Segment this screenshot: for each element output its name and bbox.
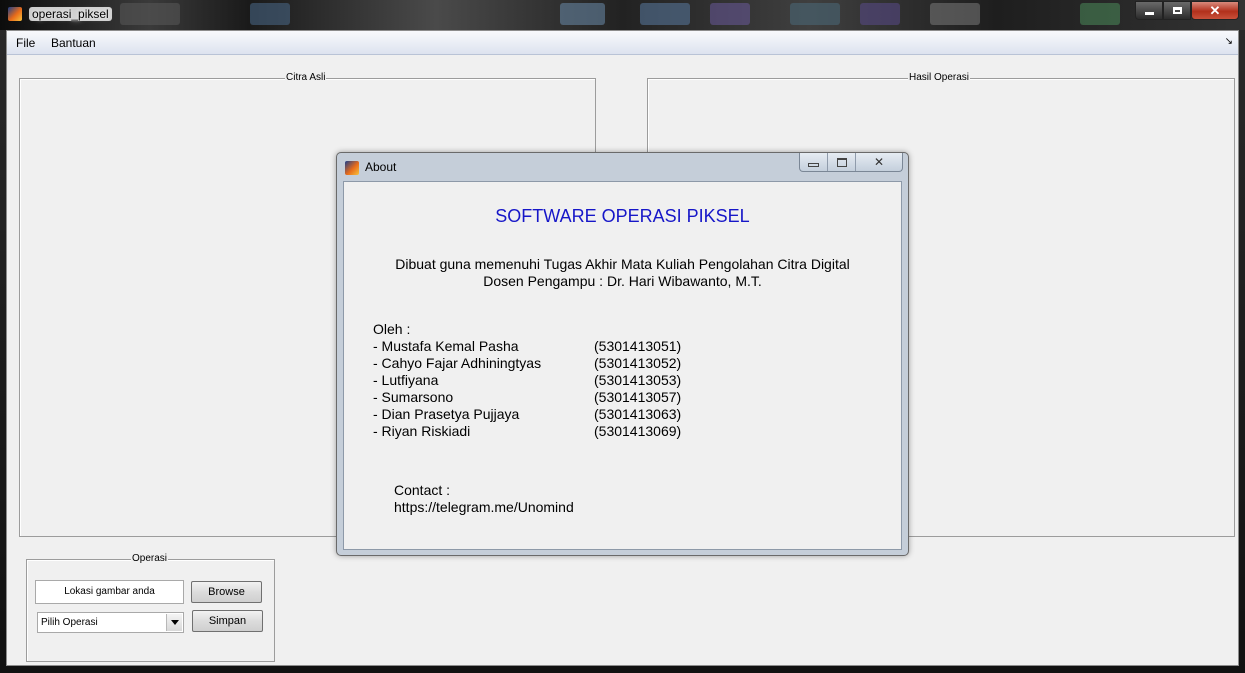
chevron-down-icon	[170, 620, 179, 625]
operation-select[interactable]: Pilih Operasi	[37, 612, 184, 633]
about-heading: SOFTWARE OPERASI PIKSEL	[495, 206, 750, 226]
member-name: - Dian Prasetya Pujjaya	[373, 406, 520, 422]
taskbar-blur	[1080, 3, 1120, 25]
about-description-line2: Dosen Pengampu : Dr. Hari Wibawanto, M.T…	[483, 273, 762, 289]
simpan-button[interactable]: Simpan	[192, 610, 263, 632]
member-nim: (5301413053)	[594, 372, 682, 388]
operation-select-value: Pilih Operasi	[41, 617, 98, 628]
member-name: - Mustafa Kemal Pasha	[373, 338, 519, 354]
taskbar-blur	[250, 3, 290, 25]
dialog-close-button[interactable]: ✕	[856, 153, 902, 171]
window-title: operasi_piksel	[29, 7, 112, 21]
contact-label: Contact :	[394, 482, 451, 498]
member-nim: (5301413052)	[594, 355, 682, 371]
close-button[interactable]: ✕	[1191, 1, 1239, 20]
citra-asli-title: Citra Asli	[285, 72, 327, 84]
member-nim: (5301413069)	[594, 423, 682, 439]
taskbar-blur	[560, 3, 605, 25]
taskbar-blur	[860, 3, 900, 25]
minimize-button[interactable]	[1135, 1, 1163, 20]
member-name: - Lutfiyana	[373, 372, 439, 388]
menu-bantuan[interactable]: Bantuan	[51, 36, 96, 50]
taskbar-blur	[930, 3, 980, 25]
member-name: - Sumarsono	[373, 389, 454, 405]
member-name: - Cahyo Fajar Adhiningtyas	[373, 355, 542, 371]
maximize-icon	[1172, 7, 1182, 14]
hasil-operasi-title: Hasil Operasi	[908, 72, 971, 84]
image-path-field[interactable]: Lokasi gambar anda	[35, 580, 184, 604]
taskbar-blur	[640, 3, 690, 25]
operasi-panel: Operasi Lokasi gambar anda Browse Pilih …	[26, 553, 275, 662]
menu-file[interactable]: File	[16, 36, 35, 50]
about-content: SOFTWARE OPERASI PIKSEL Dibuat guna meme…	[343, 181, 902, 550]
by-label: Oleh :	[373, 321, 411, 337]
maximize-icon	[836, 157, 847, 167]
operasi-title: Operasi	[131, 553, 169, 565]
close-icon: ✕	[1209, 2, 1221, 18]
taskbar-blur	[710, 3, 750, 25]
dialog-maximize-button[interactable]	[828, 153, 856, 171]
dropdown-button[interactable]	[166, 614, 182, 631]
taskbar-blur	[120, 3, 180, 25]
about-dialog[interactable]: About ✕ SOFTWARE OPERASI PIKSEL Dibuat g…	[336, 152, 909, 556]
member-nim: (5301413063)	[594, 406, 682, 422]
maximize-button[interactable]	[1163, 1, 1191, 20]
member-name: - Riyan Riskiadi	[373, 423, 471, 439]
member-nim: (5301413057)	[594, 389, 682, 405]
member-nim: (5301413051)	[594, 338, 682, 354]
minimize-icon	[808, 163, 819, 167]
about-title: About	[365, 160, 397, 174]
close-icon: ✕	[873, 155, 885, 169]
matlab-icon	[8, 7, 22, 21]
title-bar[interactable]: operasi_piksel ✕	[0, 0, 1245, 30]
about-description-line1: Dibuat guna memenuhi Tugas Akhir Mata Ku…	[395, 256, 850, 272]
minimize-icon	[1144, 12, 1154, 15]
dialog-window-buttons: ✕	[799, 153, 903, 172]
menu-bar: File Bantuan ↘	[7, 31, 1238, 55]
browse-button[interactable]: Browse	[191, 581, 262, 603]
taskbar-blur	[790, 3, 840, 25]
dialog-minimize-button[interactable]	[800, 153, 828, 171]
contact-url: https://telegram.me/Unomind	[394, 499, 574, 515]
matlab-icon	[345, 161, 359, 175]
dock-arrow-icon[interactable]: ↘	[1225, 36, 1233, 47]
